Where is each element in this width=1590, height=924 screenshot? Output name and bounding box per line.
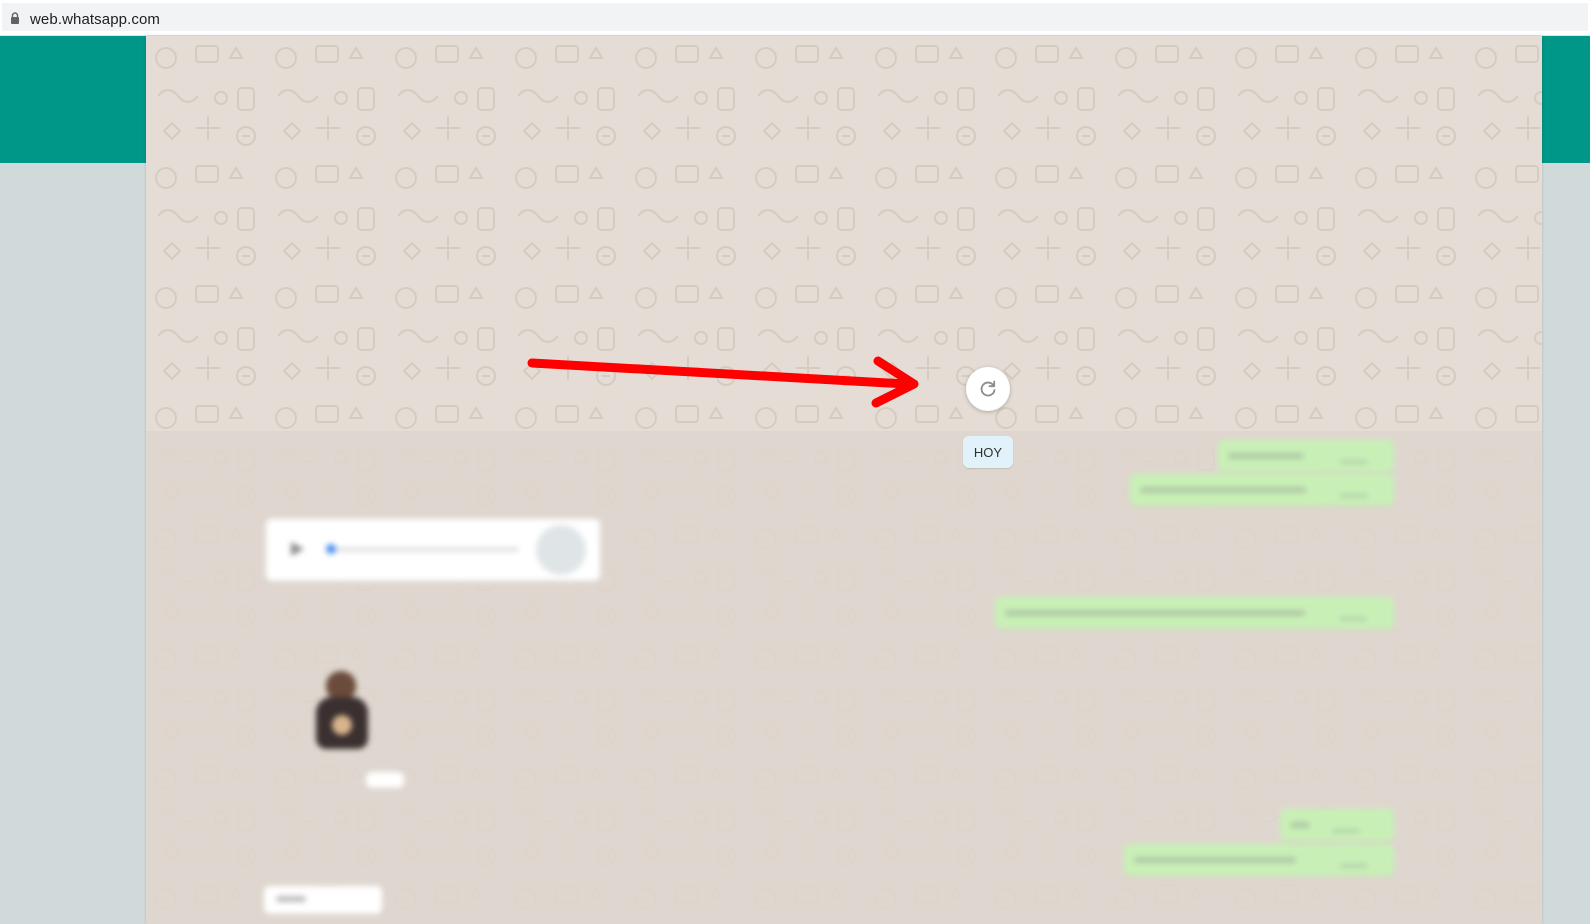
outgoing-message <box>1280 809 1394 841</box>
outgoing-message <box>995 597 1394 629</box>
avatar <box>536 525 586 575</box>
url-field[interactable]: web.whatsapp.com <box>2 3 1588 31</box>
play-icon <box>291 542 304 556</box>
refresh-icon <box>980 380 996 397</box>
message-list <box>146 431 1542 924</box>
lock-icon <box>11 12 19 24</box>
timestamp-chip <box>366 772 404 788</box>
outgoing-message <box>1218 440 1394 472</box>
chat-panel: HOY <box>146 36 1542 924</box>
date-badge: HOY <box>963 436 1013 468</box>
incoming-message <box>264 886 382 914</box>
browser-address-bar: web.whatsapp.com <box>0 0 1590 36</box>
voice-message <box>266 519 600 581</box>
sticker-message <box>314 671 370 753</box>
refresh-button[interactable] <box>966 367 1010 411</box>
outgoing-message <box>1124 844 1394 876</box>
annotation-arrow <box>527 356 919 408</box>
outgoing-message <box>1130 474 1394 506</box>
url-text: web.whatsapp.com <box>30 11 161 28</box>
